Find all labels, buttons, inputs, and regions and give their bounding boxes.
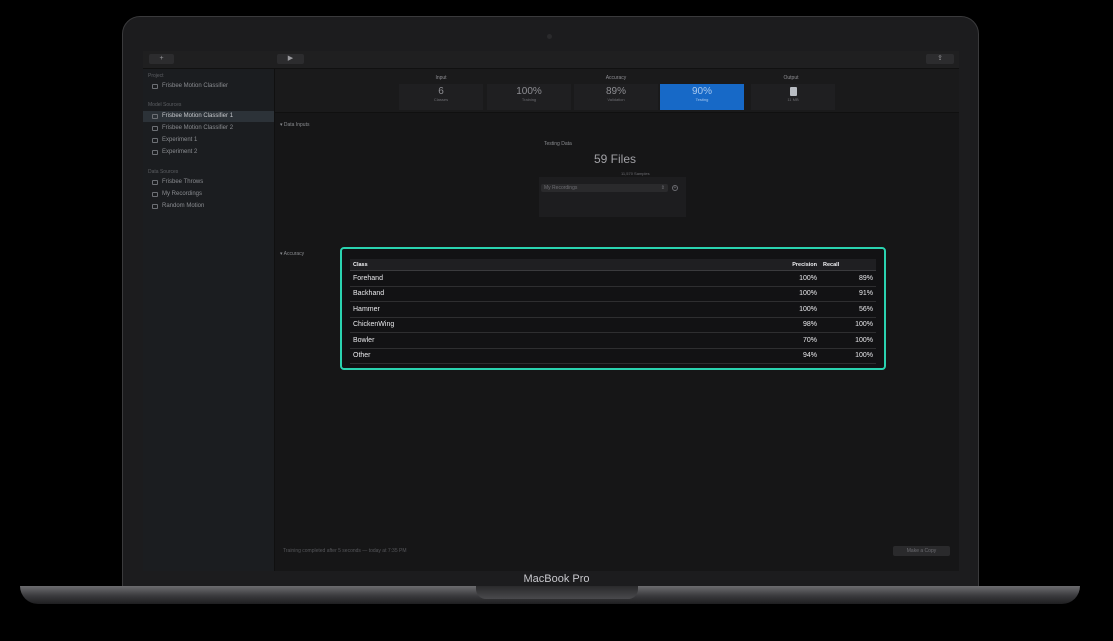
table-row[interactable]: Hammer 100% 56% bbox=[350, 301, 876, 318]
status-text: Training completed after 5 seconds — tod… bbox=[283, 548, 407, 554]
table-header-row: Class Precision Recall bbox=[350, 259, 876, 271]
model-icon bbox=[152, 114, 158, 119]
run-button[interactable]: ▶ bbox=[277, 54, 304, 64]
class-cell: Backhand bbox=[350, 286, 734, 302]
accuracy-heading: Accuracy bbox=[605, 75, 627, 81]
model-icon bbox=[152, 126, 158, 131]
data-inputs-disclosure[interactable]: ▾ Data Inputs bbox=[280, 122, 309, 128]
add-data-icon[interactable]: + bbox=[672, 185, 678, 191]
table-row[interactable]: Other 94% 100% bbox=[350, 348, 876, 364]
sidebar-item-label: Frisbee Motion Classifier 1 bbox=[162, 113, 234, 119]
column-header-recall[interactable]: Recall bbox=[820, 259, 876, 271]
summary-bar: Input Accuracy Output 6 Classes 100% Tra… bbox=[275, 69, 959, 113]
recall-cell: 89% bbox=[820, 270, 876, 287]
model-icon bbox=[152, 150, 158, 155]
training-value: 100% bbox=[516, 86, 542, 97]
sidebar-item-data-source[interactable]: Frisbee Throws bbox=[143, 177, 274, 188]
add-button[interactable]: + bbox=[149, 54, 174, 64]
testing-tile[interactable]: 90% Testing bbox=[660, 84, 744, 110]
device-brand-label: MacBook Pro bbox=[523, 573, 590, 585]
class-cell: ChickenWing bbox=[350, 317, 734, 333]
accuracy-table-panel: Class Precision Recall Forehand 100% 89%… bbox=[340, 247, 886, 370]
dataset-select[interactable]: My Recordings ⇕ bbox=[541, 184, 668, 192]
precision-cell: 94% bbox=[734, 348, 820, 364]
sidebar-item-label: Frisbee Throws bbox=[162, 179, 204, 185]
precision-cell: 100% bbox=[734, 270, 820, 287]
samples-count: 11,570 Samples bbox=[621, 171, 650, 176]
sidebar-item-label: Frisbee Motion Classifier 2 bbox=[162, 125, 234, 131]
precision-cell: 100% bbox=[734, 301, 820, 318]
recall-cell: 100% bbox=[820, 348, 876, 364]
sidebar-item-label: Random Motion bbox=[162, 203, 205, 209]
class-cell: Hammer bbox=[350, 301, 734, 318]
accuracy-table: Class Precision Recall Forehand 100% 89%… bbox=[350, 259, 876, 364]
output-tile[interactable]: 11 MB bbox=[751, 84, 835, 110]
recall-cell: 91% bbox=[820, 286, 876, 302]
table-row[interactable]: Bowler 70% 100% bbox=[350, 332, 876, 349]
model-sources-heading: Model Sources bbox=[148, 102, 182, 108]
column-header-precision[interactable]: Precision bbox=[734, 259, 820, 271]
recall-cell: 100% bbox=[820, 317, 876, 333]
training-tile[interactable]: 100% Training bbox=[487, 84, 571, 110]
validation-tile[interactable]: 89% Validation bbox=[574, 84, 658, 110]
laptop-notch bbox=[476, 586, 638, 599]
dataset-select-value: My Recordings bbox=[544, 185, 578, 191]
share-button[interactable]: ⇪ bbox=[926, 54, 954, 64]
sidebar-item-project[interactable]: Frisbee Motion Classifier bbox=[143, 81, 274, 92]
sidebar-item-data-source[interactable]: My Recordings bbox=[143, 189, 274, 200]
dropdown-arrows-icon: ⇕ bbox=[660, 185, 665, 191]
document-icon bbox=[789, 87, 797, 96]
sidebar-item-label: My Recordings bbox=[162, 191, 203, 197]
make-copy-button[interactable]: Make a Copy bbox=[893, 546, 950, 556]
validation-value: 89% bbox=[605, 86, 626, 97]
sidebar-item-label: Experiment 2 bbox=[162, 149, 198, 155]
project-icon bbox=[152, 84, 158, 89]
sidebar-item-data-source[interactable]: Random Motion bbox=[143, 201, 274, 212]
table-row[interactable]: Forehand 100% 89% bbox=[350, 270, 876, 287]
precision-cell: 98% bbox=[734, 317, 820, 333]
training-label: Training bbox=[521, 97, 537, 102]
folder-icon bbox=[152, 204, 158, 209]
model-icon bbox=[152, 138, 158, 143]
sidebar: Project Frisbee Motion Classifier Model … bbox=[143, 69, 275, 571]
classes-value: 6 bbox=[438, 86, 444, 97]
project-heading: Project bbox=[148, 73, 164, 79]
accuracy-disclosure[interactable]: ▾ Accuracy bbox=[280, 251, 304, 257]
class-cell: Bowler bbox=[350, 332, 734, 349]
output-size: 11 MB bbox=[787, 97, 799, 102]
table-row[interactable]: Backhand 100% 91% bbox=[350, 286, 876, 302]
classes-tile[interactable]: 6 Classes bbox=[399, 84, 483, 110]
classes-label: Classes bbox=[433, 97, 449, 102]
sidebar-item-label: Experiment 1 bbox=[162, 137, 198, 143]
files-count: 59 Files bbox=[594, 152, 637, 166]
testing-data-box: My Recordings ⇕ + bbox=[539, 177, 686, 217]
class-cell: Forehand bbox=[350, 270, 734, 287]
sidebar-item-model[interactable]: Experiment 1 bbox=[143, 135, 274, 146]
sidebar-item-model[interactable]: Frisbee Motion Classifier 2 bbox=[143, 123, 274, 134]
precision-cell: 70% bbox=[734, 332, 820, 349]
precision-cell: 100% bbox=[734, 286, 820, 302]
recall-cell: 56% bbox=[820, 301, 876, 318]
folder-icon bbox=[152, 180, 158, 185]
input-heading: Input bbox=[435, 75, 447, 81]
class-cell: Other bbox=[350, 348, 734, 364]
output-heading: Output bbox=[783, 75, 799, 81]
sidebar-item-model[interactable]: Frisbee Motion Classifier 1 bbox=[143, 111, 274, 122]
folder-icon bbox=[152, 192, 158, 197]
testing-label: Testing bbox=[695, 97, 709, 102]
testing-data-title: Testing Data bbox=[544, 141, 572, 147]
data-sources-heading: Data Sources bbox=[148, 169, 179, 175]
recall-cell: 100% bbox=[820, 332, 876, 349]
camera-icon bbox=[547, 34, 552, 39]
column-header-class[interactable]: Class bbox=[350, 259, 734, 271]
testing-value: 90% bbox=[691, 86, 712, 97]
table-row[interactable]: ChickenWing 98% 100% bbox=[350, 317, 876, 333]
toolbar: + ▶ ⇪ bbox=[143, 51, 959, 69]
validation-label: Validation bbox=[607, 97, 625, 102]
sidebar-item-label: Frisbee Motion Classifier bbox=[162, 83, 229, 89]
sidebar-item-model[interactable]: Experiment 2 bbox=[143, 147, 274, 158]
